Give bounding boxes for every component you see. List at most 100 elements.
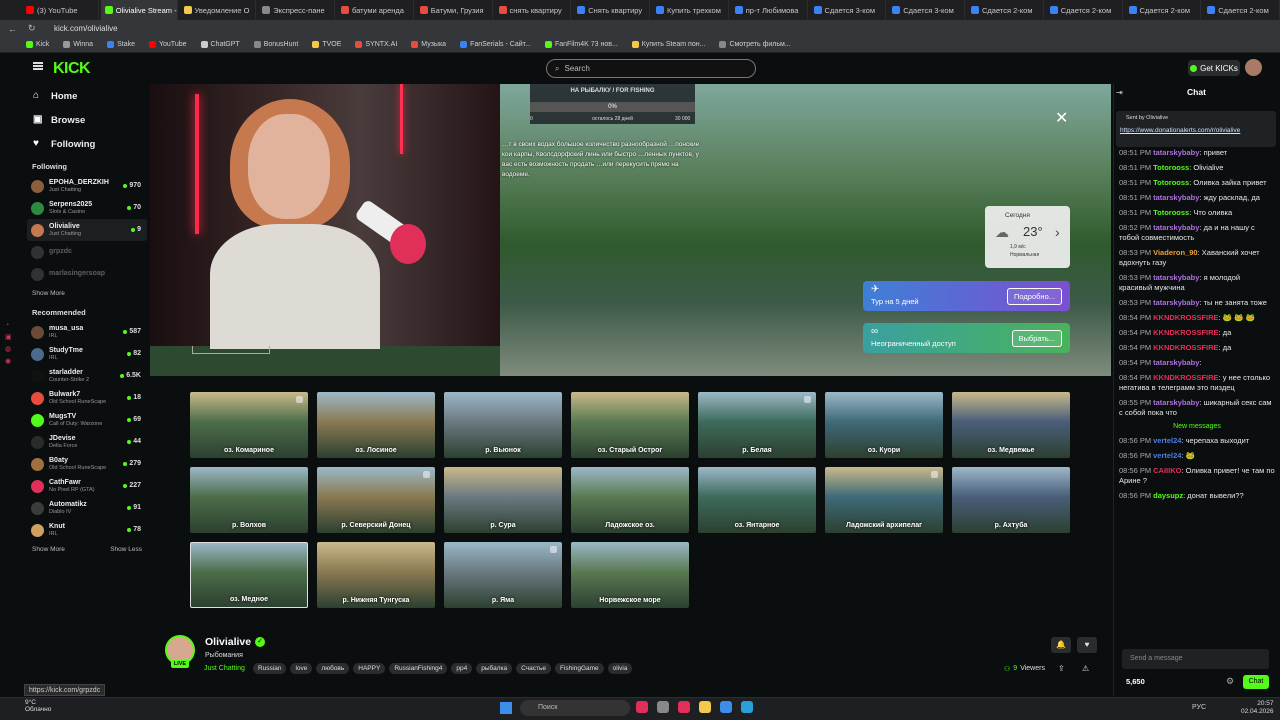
tag-chip[interactable]: Russian	[253, 663, 287, 674]
pinned-message[interactable]: Sent by Olivialive https://www.donationa…	[1116, 111, 1276, 147]
browser-tab[interactable]: Сдается 2-ком	[1125, 0, 1202, 20]
reload-icon[interactable]: ↻	[28, 23, 40, 34]
browser-tab[interactable]: (3) YouTube	[22, 0, 99, 20]
message-user[interactable]: tatarskybaby	[1153, 358, 1199, 367]
bookmark[interactable]: FanFilm4K 73 нов...	[544, 41, 618, 48]
choose-button[interactable]: Выбрать...	[1011, 330, 1062, 347]
location-card[interactable]: оз. Медвежье	[952, 392, 1070, 458]
bookmark[interactable]: FanSerials - Сайт...	[460, 41, 531, 48]
show-more-label[interactable]: Show More	[32, 290, 65, 297]
bookmark[interactable]: ChatGPT	[200, 41, 240, 48]
streamer-name[interactable]: Olivialive	[205, 636, 251, 648]
browser-tab[interactable]: Сдается 3-ком	[888, 0, 965, 20]
sidebar-channel[interactable]: marlasingersoap	[27, 263, 147, 285]
browser-tab[interactable]: Снять квартиру	[573, 0, 650, 20]
bookmark[interactable]: YouTube	[148, 41, 187, 48]
weather-widget[interactable]: Сегодня ☁ 23° 1,9 м/с Нормальная ›	[985, 206, 1070, 268]
message-user[interactable]: vertel24	[1153, 451, 1181, 460]
tour-details-button[interactable]: Подробно...	[1007, 288, 1062, 305]
folder-icon[interactable]	[699, 701, 711, 713]
report-icon[interactable]: ⚠	[1082, 664, 1089, 673]
message-user[interactable]: tatarskybaby	[1153, 223, 1199, 232]
sidebar-channel[interactable]: musa_usa IRL 587	[27, 321, 147, 343]
get-kicks-button[interactable]: Get KICKs	[1188, 60, 1240, 76]
tag-chip[interactable]: love	[290, 663, 313, 674]
location-card[interactable]: оз. Куори	[825, 392, 943, 458]
location-card[interactable]: р. Ахтуба	[952, 467, 1070, 533]
tag-chip[interactable]: FishingGame	[554, 663, 604, 674]
nav-browse[interactable]: ▣ Browse	[27, 108, 147, 132]
chat-input[interactable]: Send a message	[1122, 649, 1269, 669]
message-user[interactable]: daysupz	[1153, 491, 1183, 500]
sidebar-channel[interactable]: StudyTme IRL 82	[27, 343, 147, 365]
tag-chip[interactable]: pp4	[451, 663, 473, 674]
sidebar-channel[interactable]: starladder Counter-Strike 2 6.5K	[27, 365, 147, 387]
message-user[interactable]: Viaderon_90	[1153, 248, 1197, 257]
message-user[interactable]: KKNDKROSSFIRE	[1153, 373, 1218, 382]
sidebar-channel[interactable]: Automatikz Diablo IV 91	[27, 497, 147, 519]
sidebar-channel[interactable]: B0aty Old School RuneScape 279	[27, 453, 147, 475]
windows-start-icon[interactable]	[500, 702, 512, 714]
browser-tab[interactable]: Сдается 2-ком	[967, 0, 1044, 20]
back-icon[interactable]: ←	[8, 24, 20, 34]
kicks-balance[interactable]: 5,650	[1126, 677, 1145, 686]
location-card[interactable]: Ладожский архипелаг	[825, 467, 943, 533]
yandex-icon[interactable]	[678, 701, 690, 713]
sidebar-channel[interactable]: MugsTV Call of Duty: Warzone 69	[27, 409, 147, 431]
browser-tab[interactable]: пр-т Любимова	[731, 0, 808, 20]
tag-chip[interactable]: olivia	[607, 663, 633, 674]
unlimited-promo[interactable]: ∞ Неограниченный доступ Выбрать...	[863, 323, 1070, 353]
search-input[interactable]: ⌕ Search	[546, 59, 756, 78]
telegram-icon[interactable]	[741, 701, 753, 713]
taskbar-search[interactable]: Поиск	[520, 700, 630, 716]
bookmark[interactable]: Смотреть фильм...	[719, 41, 791, 48]
location-card[interactable]: Ладожское оз.	[571, 467, 689, 533]
location-card[interactable]: оз. Лосиное	[317, 392, 435, 458]
browser-tab[interactable]: Сдается 2-ком	[1203, 0, 1280, 20]
message-user[interactable]: KKNDKROSSFIRE	[1153, 328, 1218, 337]
bookmark[interactable]: Winna	[63, 41, 93, 48]
message-user[interactable]: KKNDKROSSFIRE	[1153, 343, 1218, 352]
chevron-right-icon[interactable]: ›	[1055, 224, 1060, 240]
location-card[interactable]: р. Яма	[444, 542, 562, 608]
share-icon[interactable]: ⇪	[1058, 664, 1065, 673]
bell-icon[interactable]: 🔔	[1051, 637, 1071, 653]
message-user[interactable]: tatarskybaby	[1153, 298, 1199, 307]
message-user[interactable]: tatarskybaby	[1153, 193, 1199, 202]
user-avatar[interactable]	[1245, 59, 1262, 76]
sidebar-channel[interactable]: Serpens2025 Slots & Casino 70	[27, 197, 147, 219]
sidebar-channel[interactable]: Knut IRL 78	[27, 519, 147, 541]
sidebar-channel[interactable]: JDevise Delta Force 44	[27, 431, 147, 453]
bookmark[interactable]: Stake	[107, 41, 135, 48]
heart-icon[interactable]: ♥	[1077, 637, 1097, 653]
message-user[interactable]: Totorooss	[1153, 163, 1189, 172]
message-user[interactable]: tatarskybaby	[1153, 273, 1199, 282]
bookmark[interactable]: TVOE	[312, 41, 341, 48]
location-card[interactable]: р. Белая	[698, 392, 816, 458]
tray-lang[interactable]: РУС	[1192, 704, 1206, 711]
tag-chip[interactable]: рыбалка	[476, 663, 513, 674]
app-icon[interactable]	[720, 701, 732, 713]
location-card[interactable]: оз. Старый Острог	[571, 392, 689, 458]
show-more-following[interactable]: Show More	[27, 285, 147, 302]
kick-logo[interactable]: KICK	[53, 60, 91, 78]
sidebar-channel[interactable]: Bulwark7 Old School RuneScape 18	[27, 387, 147, 409]
menu-icon[interactable]	[33, 62, 43, 70]
show-less-button[interactable]: Show Less	[110, 546, 142, 553]
pinned-link[interactable]: https://www.donationalerts.com/r/olivial…	[1120, 127, 1265, 135]
sidebar-channel[interactable]: Olivialive Just Chatting 9	[27, 219, 147, 241]
message-user[interactable]: Totorooss	[1153, 208, 1189, 217]
location-card[interactable]: оз. Комариное	[190, 392, 308, 458]
message-user[interactable]: tatarskybaby	[1153, 148, 1199, 157]
browser-tab[interactable]: снять квартиру	[495, 0, 572, 20]
tag-chip[interactable]: любовь	[316, 663, 350, 674]
location-card[interactable]: р. Северский Донец	[317, 467, 435, 533]
location-card[interactable]: р. Сура	[444, 467, 562, 533]
tag-chip[interactable]: HAPPY	[353, 663, 386, 674]
bookmark[interactable]: Купить Steam пон...	[631, 41, 705, 48]
show-more-button[interactable]: Show More	[32, 546, 65, 553]
browser-tab[interactable]: батуми аренда	[337, 0, 414, 20]
opera-icon[interactable]	[636, 701, 648, 713]
bookmark[interactable]: Kick	[26, 41, 49, 48]
location-card[interactable]: Норвежское море	[571, 542, 689, 608]
